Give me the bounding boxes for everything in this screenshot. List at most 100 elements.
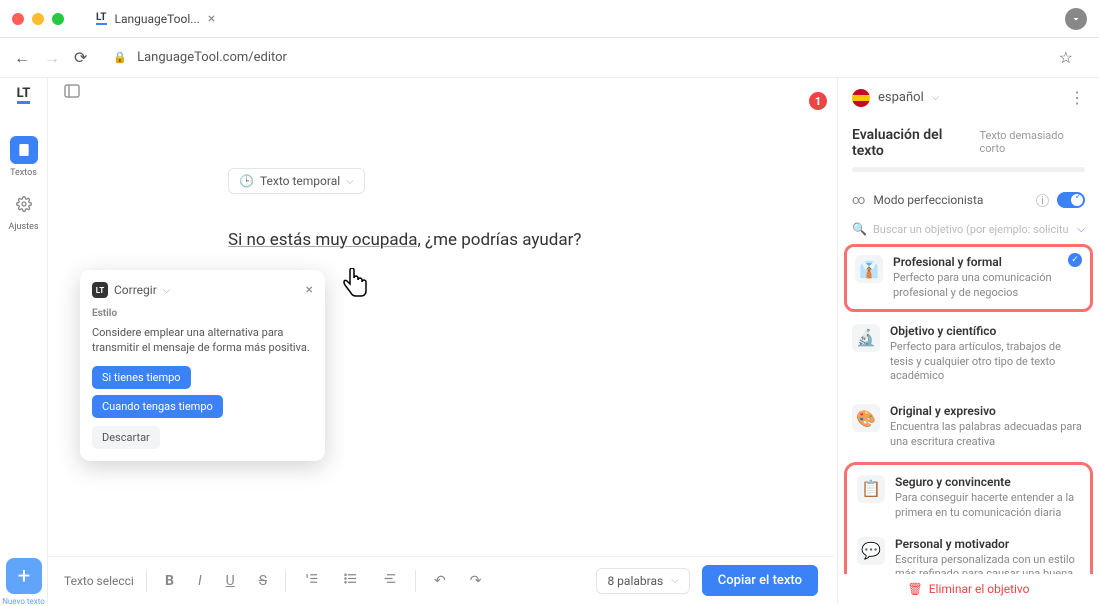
lt-badge-icon: LT bbox=[92, 282, 108, 298]
perfectionist-mode-row: ∞ Modo perfeccionista i ✓ bbox=[838, 182, 1099, 218]
document-title: Texto temporal bbox=[260, 174, 340, 188]
browser-menu-icon[interactable] bbox=[1065, 8, 1087, 30]
redo-button[interactable]: ↷ bbox=[464, 569, 488, 593]
bookmark-star-icon[interactable]: ☆ bbox=[1059, 48, 1073, 67]
sidebar-item-settings[interactable]: Ajustes bbox=[9, 184, 39, 238]
editor-text[interactable]: Si no estás muy ocupada, ¿me podrías ayu… bbox=[228, 230, 657, 250]
evaluation-progress bbox=[852, 167, 1085, 172]
evaluation-status: Texto demasiado corto bbox=[979, 129, 1085, 155]
underline-button[interactable]: U bbox=[220, 569, 241, 593]
chevron-down-icon: ⌵ bbox=[671, 575, 679, 586]
objective-search-row: 🔍 ⌵ bbox=[838, 218, 1099, 244]
url-text: LanguageTool.com/editor bbox=[137, 50, 287, 65]
browser-chrome: LT LanguageTool... × bbox=[0, 0, 1099, 38]
evaluation-title: Evaluación del texto bbox=[852, 127, 969, 159]
chevron-down-icon: ⌵ bbox=[932, 92, 940, 103]
language-selector[interactable]: español ⌵ ⋮ bbox=[838, 78, 1099, 117]
app-logo[interactable]: LT bbox=[17, 86, 31, 104]
text-underlined-segment[interactable]: Si no estás muy ocupada, bbox=[228, 230, 421, 250]
copy-text-button[interactable]: Copiar el texto bbox=[702, 565, 818, 596]
panel-menu-icon[interactable]: ⋮ bbox=[1069, 88, 1085, 107]
close-window-button[interactable] bbox=[12, 13, 24, 25]
ordered-list-button[interactable] bbox=[298, 567, 325, 594]
objectives-list: 👔 Profesional y formal Perfecto para una… bbox=[838, 244, 1099, 574]
objective-title: Profesional y formal bbox=[893, 255, 1082, 269]
palette-icon: 🎨 bbox=[852, 404, 880, 432]
objective-search-input[interactable] bbox=[873, 223, 1071, 236]
back-button[interactable]: ← bbox=[14, 48, 30, 68]
infinity-icon: ∞ bbox=[852, 193, 865, 208]
bottom-toolbar: B I U S ↶ ↷ 8 palabras ⌵ Copiar el texto bbox=[48, 556, 834, 604]
spain-flag-icon bbox=[852, 89, 870, 107]
browser-tab[interactable]: LT LanguageTool... × bbox=[84, 5, 227, 33]
bold-button[interactable]: B bbox=[159, 569, 180, 593]
panel-toggle-icon[interactable] bbox=[64, 84, 80, 102]
sidebar-item-texts[interactable]: Textos bbox=[10, 130, 38, 184]
objective-desc: Perfecto para artículos, trabajos de tes… bbox=[890, 340, 1085, 385]
suggestion-chip[interactable]: Cuando tengas tiempo bbox=[92, 395, 223, 418]
objective-desc: Escritura personalizada con un estilo má… bbox=[895, 553, 1080, 574]
objective-title: Original y expresivo bbox=[890, 404, 1085, 418]
objective-confident[interactable]: 📋 Seguro y convincente Para conseguir ha… bbox=[849, 467, 1088, 529]
objective-creative[interactable]: 🎨 Original y expresivo Encuentra las pal… bbox=[844, 396, 1093, 458]
info-icon[interactable]: i bbox=[1036, 194, 1049, 207]
mode-label: Modo perfeccionista bbox=[873, 193, 1028, 207]
tab-close-icon[interactable]: × bbox=[208, 11, 215, 27]
chevron-down-icon[interactable]: ⌵ bbox=[1077, 224, 1085, 235]
window-controls bbox=[12, 13, 64, 25]
popup-header-label: Corregir bbox=[114, 283, 157, 297]
chevron-down-icon: ⌵ bbox=[346, 176, 354, 187]
check-icon: ✓ bbox=[1068, 253, 1082, 267]
divider bbox=[146, 570, 147, 592]
objective-group-highlight: 📋 Seguro y convincente Para conseguir ha… bbox=[844, 462, 1093, 574]
search-icon: 🔍 bbox=[852, 222, 867, 236]
reload-button[interactable]: ⟳ bbox=[74, 48, 87, 67]
discard-button[interactable]: Descartar bbox=[92, 426, 160, 449]
text-segment: ¿me podrías ayudar? bbox=[421, 230, 582, 250]
clock-icon: 🕒 bbox=[239, 174, 254, 188]
tab-favicon-icon: LT bbox=[96, 12, 107, 25]
word-count-chip[interactable]: 8 palabras ⌵ bbox=[596, 568, 689, 594]
objective-scientific[interactable]: 🔬 Objetivo y científico Perfecto para ar… bbox=[844, 316, 1093, 393]
objective-personal[interactable]: 💬 Personal y motivador Escritura persona… bbox=[849, 529, 1088, 574]
unordered-list-button[interactable] bbox=[337, 567, 364, 594]
text-selection-input[interactable] bbox=[64, 574, 134, 588]
microscope-icon: 🔬 bbox=[852, 324, 880, 352]
document-title-dropdown[interactable]: 🕒 Texto temporal ⌵ bbox=[228, 168, 365, 194]
correction-message: Considere emplear una alternativa para t… bbox=[92, 325, 313, 356]
undo-button[interactable]: ↶ bbox=[428, 569, 452, 593]
word-count-label: 8 palabras bbox=[607, 574, 663, 588]
language-label: español bbox=[878, 90, 924, 105]
suggestion-chip[interactable]: Si tienes tiempo bbox=[92, 366, 191, 389]
lock-icon: 🔒 bbox=[113, 51, 127, 64]
correction-popup: LT Corregir ⌵ × Estilo Considere emplear… bbox=[80, 270, 325, 461]
error-count-badge[interactable]: 1 bbox=[809, 92, 827, 110]
perfectionist-toggle[interactable]: ✓ bbox=[1057, 192, 1085, 208]
objective-desc: Para conseguir hacerte entender a la pri… bbox=[895, 491, 1080, 521]
objective-title: Objetivo y científico bbox=[890, 324, 1085, 338]
briefcase-icon: 👔 bbox=[855, 255, 883, 283]
right-panel: español ⌵ ⋮ Evaluación del texto Texto d… bbox=[837, 78, 1099, 604]
chevron-down-icon[interactable]: ⌵ bbox=[163, 285, 171, 296]
new-text-button[interactable]: + bbox=[6, 558, 42, 594]
sidebar-item-label: Ajustes bbox=[9, 222, 39, 232]
italic-button[interactable]: I bbox=[192, 569, 208, 593]
forward-button[interactable]: → bbox=[44, 48, 60, 68]
strikethrough-button[interactable]: S bbox=[253, 569, 273, 593]
divider bbox=[285, 570, 286, 592]
delete-objective-label: Eliminar el objetivo bbox=[929, 582, 1030, 596]
popup-close-icon[interactable]: × bbox=[306, 282, 313, 298]
link-button[interactable] bbox=[376, 567, 403, 594]
sidebar-item-label: Textos bbox=[10, 168, 37, 178]
address-bar: ← → ⟳ 🔒 LanguageTool.com/editor ☆ bbox=[0, 38, 1099, 78]
maximize-window-button[interactable] bbox=[52, 13, 64, 25]
minimize-window-button[interactable] bbox=[32, 13, 44, 25]
delete-objective-button[interactable]: 🗑 Eliminar el objetivo bbox=[838, 574, 1099, 604]
objective-title: Personal y motivador bbox=[895, 537, 1080, 551]
tab-title: LanguageTool... bbox=[115, 12, 200, 26]
divider bbox=[415, 570, 416, 592]
gear-icon bbox=[10, 190, 38, 218]
objective-professional[interactable]: 👔 Profesional y formal Perfecto para una… bbox=[844, 244, 1093, 312]
objective-desc: Perfecto para una comunicación profesion… bbox=[893, 271, 1082, 301]
url-input[interactable]: 🔒 LanguageTool.com/editor ☆ bbox=[101, 44, 1085, 71]
